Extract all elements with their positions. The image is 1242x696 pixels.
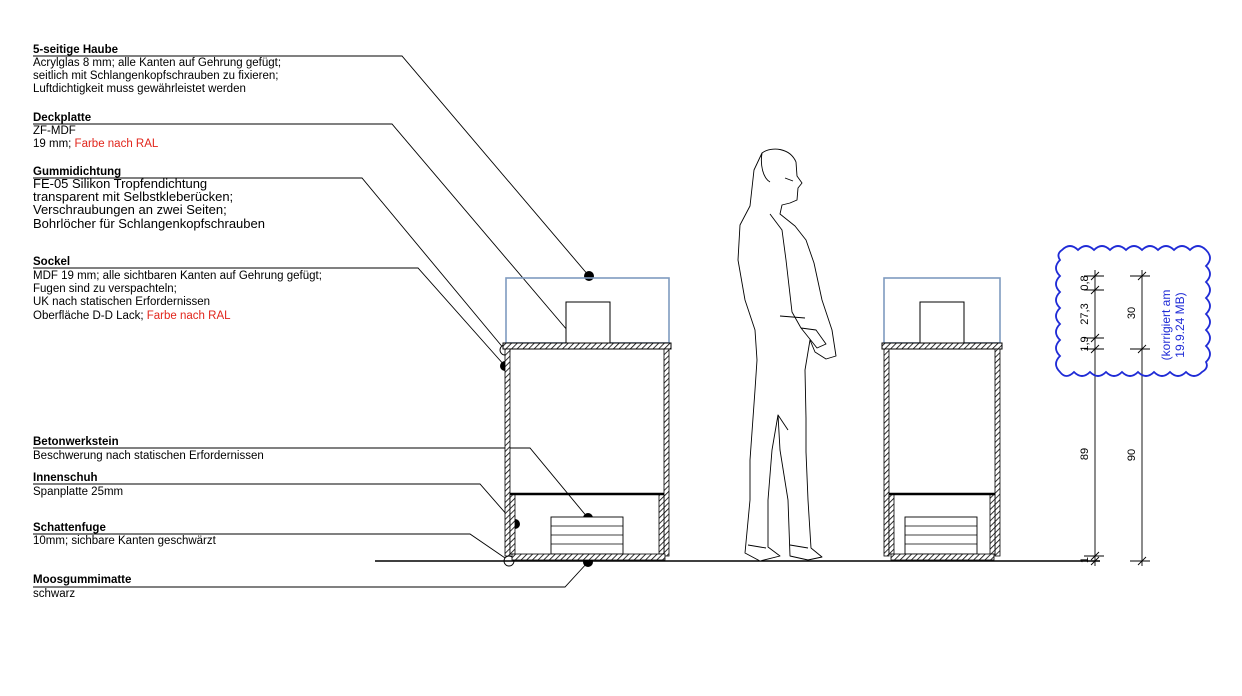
label-line: schwarz <box>33 588 75 600</box>
exhibit-box <box>565 301 611 344</box>
inner-shoe-left <box>888 493 895 555</box>
revision-note-line: 19.9.24 MB) <box>1173 292 1187 357</box>
person-silhouette <box>737 148 837 562</box>
inner-shoe-right <box>658 493 665 555</box>
dimension-chain-inner: 0,8 27,3 1,9 89 1 <box>1079 270 1104 566</box>
dimension-label: 1 <box>1079 557 1091 563</box>
vitrine-left <box>502 277 672 561</box>
label-line: Beschwerung nach statischen Erforderniss… <box>33 450 264 462</box>
label-deckplatte: Deckplatte ZF-MDF 19 mm; Farbe nach RAL <box>33 112 159 150</box>
label-title: Sockel <box>33 256 70 268</box>
dimension-label: 30 <box>1126 307 1138 319</box>
label-title: Deckplatte <box>33 112 91 124</box>
ral-color-note: Farbe nach RAL <box>75 138 159 150</box>
foam-rubber-mat <box>511 553 666 561</box>
base-side-left <box>883 348 890 557</box>
label-line: Oberfläche D-D Lack; Farbe nach RAL <box>33 310 231 322</box>
label-title: Moosgummimatte <box>33 574 131 586</box>
label-sockel: Sockel MDF 19 mm; alle sichtbaren Kanten… <box>33 256 322 322</box>
base-side-right <box>994 348 1001 557</box>
dimension-label: 89 <box>1079 448 1091 460</box>
top-plate <box>881 342 1003 350</box>
inner-shoe-right <box>989 493 996 555</box>
concrete-weight <box>550 516 624 555</box>
top-plate <box>502 342 672 350</box>
label-line: Verschraubungen an zwei Seiten; <box>33 202 227 217</box>
label-line: Spanplatte 25mm <box>33 486 123 498</box>
revision-note-line: (korrigiert am <box>1159 290 1173 361</box>
label-line: Acrylglas 8 mm; alle Kanten auf Gehrung … <box>33 57 281 69</box>
label-title: 5-seitige Haube <box>33 44 118 56</box>
base-side-left <box>504 348 511 557</box>
label-line: UK nach statischen Erfordernissen <box>33 296 210 308</box>
inner-shoe-left <box>509 493 516 555</box>
label-line: MDF 19 mm; alle sichtbaren Kanten auf Ge… <box>33 270 322 282</box>
concrete-weight <box>904 516 978 555</box>
label-title: Betonwerkstein <box>33 436 119 448</box>
label-schattenfuge: Schattenfuge 10mm; sichbare Kanten gesch… <box>33 522 217 547</box>
dimension-label: 0,8 <box>1079 275 1091 290</box>
label-gummidichtung: Gummidichtung FE-05 Silikon Tropfendicht… <box>33 166 265 231</box>
leader-dot <box>584 271 594 281</box>
label-line: 10mm; sichbare Kanten geschwärzt <box>33 535 217 547</box>
label-line: Luftdichtigkeit muss gewährleistet werde… <box>33 83 246 95</box>
label-title: Schattenfuge <box>33 522 106 534</box>
dimension-label: 90 <box>1126 449 1138 461</box>
base-side-right <box>663 348 670 557</box>
label-line: seitlich mit Schlangenkopfschrauben zu f… <box>33 70 278 82</box>
exhibit-box <box>919 301 965 344</box>
label-betonwerkstein: Betonwerkstein Beschwerung nach statisch… <box>33 436 264 462</box>
label-line: Bohrlöcher für Schlangenkopfschrauben <box>33 216 265 231</box>
label-title: Innenschuh <box>33 472 98 484</box>
vitrine-elevation-drawing: 5-seitige Haube Acrylglas 8 mm; alle Kan… <box>33 44 1211 600</box>
label-line: Fugen sind zu verspachteln; <box>33 283 177 295</box>
label-line: ZF-MDF <box>33 125 76 137</box>
label-line: 19 mm; Farbe nach RAL <box>33 138 159 150</box>
label-haube: 5-seitige Haube Acrylglas 8 mm; alle Kan… <box>33 44 281 95</box>
vitrine-right <box>881 277 1003 561</box>
dimension-chain-outer: 30 90 <box>1126 270 1150 566</box>
dimension-label: 27,3 <box>1079 303 1091 324</box>
foam-rubber-mat <box>890 553 995 561</box>
label-innenschuh: Innenschuh Spanplatte 25mm <box>33 472 123 498</box>
ral-color-note: Farbe nach RAL <box>147 310 231 322</box>
dimension-label: 1,9 <box>1079 336 1091 351</box>
